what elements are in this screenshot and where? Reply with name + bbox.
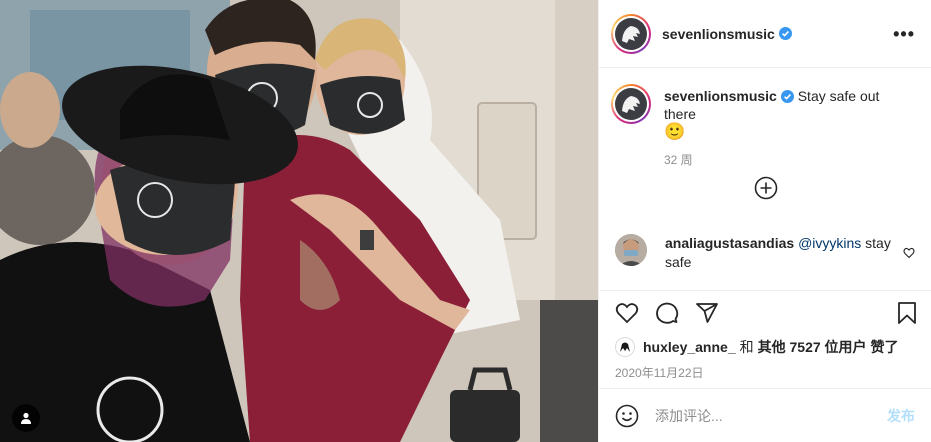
post-header: sevenlionsmusic ••• <box>599 0 931 68</box>
post-sidebar: sevenlionsmusic ••• sevenlionsmusic Stay… <box>598 0 931 442</box>
more-options-icon[interactable]: ••• <box>893 25 915 43</box>
post-caption: sevenlionsmusic Stay safe out there 🙂 <box>611 84 915 141</box>
liker-avatar[interactable] <box>615 337 635 357</box>
add-comment-bar: 发布 <box>599 388 931 442</box>
photo-illustration <box>0 0 598 442</box>
caption-age[interactable]: 32 周 <box>664 151 915 168</box>
heart-icon[interactable] <box>615 301 639 325</box>
comment-mention[interactable]: @ivyykins <box>798 235 861 251</box>
verified-badge-icon <box>780 89 794 103</box>
comment-icon[interactable] <box>655 301 679 325</box>
likes-suffix: 赞了 <box>870 339 899 355</box>
commenter-username[interactable]: analiagustasandias <box>665 235 794 251</box>
verified-badge-icon <box>778 27 792 40</box>
post-photo[interactable] <box>0 0 598 442</box>
comments-section: sevenlionsmusic Stay safe out there 🙂 32… <box>599 68 931 290</box>
post-date[interactable]: 2020年11月22日 <box>599 357 931 384</box>
likes-others[interactable]: 其他 7527 位用户 <box>758 337 867 357</box>
action-bar <box>599 290 931 335</box>
plus-circle-icon <box>754 176 778 200</box>
lion-logo-icon <box>615 17 647 50</box>
share-icon[interactable] <box>695 301 719 325</box>
caption-username[interactable]: sevenlionsmusic <box>664 88 777 104</box>
caption-avatar[interactable] <box>611 84 651 124</box>
like-comment-heart-icon[interactable] <box>903 246 915 259</box>
account-avatar[interactable] <box>611 13 651 54</box>
tagged-users-icon[interactable] <box>12 404 40 432</box>
post-comment-button[interactable]: 发布 <box>887 406 915 426</box>
comment-input[interactable] <box>655 407 887 424</box>
lion-logo-icon <box>615 88 647 120</box>
load-more-comments-button[interactable] <box>754 176 778 200</box>
bookmark-icon[interactable] <box>895 301 919 325</box>
liker-username[interactable]: huxley_anne_ <box>643 339 736 355</box>
account-username[interactable]: sevenlionsmusic <box>662 26 775 42</box>
commenter-avatar[interactable] <box>615 234 647 266</box>
likes-summary: huxley_anne_ 和 其他 7527 位用户 赞了 <box>599 335 931 357</box>
likes-conjunction: 和 <box>739 339 754 355</box>
emoji-picker-icon[interactable] <box>615 404 639 428</box>
post-viewer: sevenlionsmusic ••• sevenlionsmusic Stay… <box>0 0 931 442</box>
smile-emoji: 🙂 <box>664 122 686 141</box>
comment-item: analiagustasandias @ivyykins stay safe <box>615 234 915 272</box>
